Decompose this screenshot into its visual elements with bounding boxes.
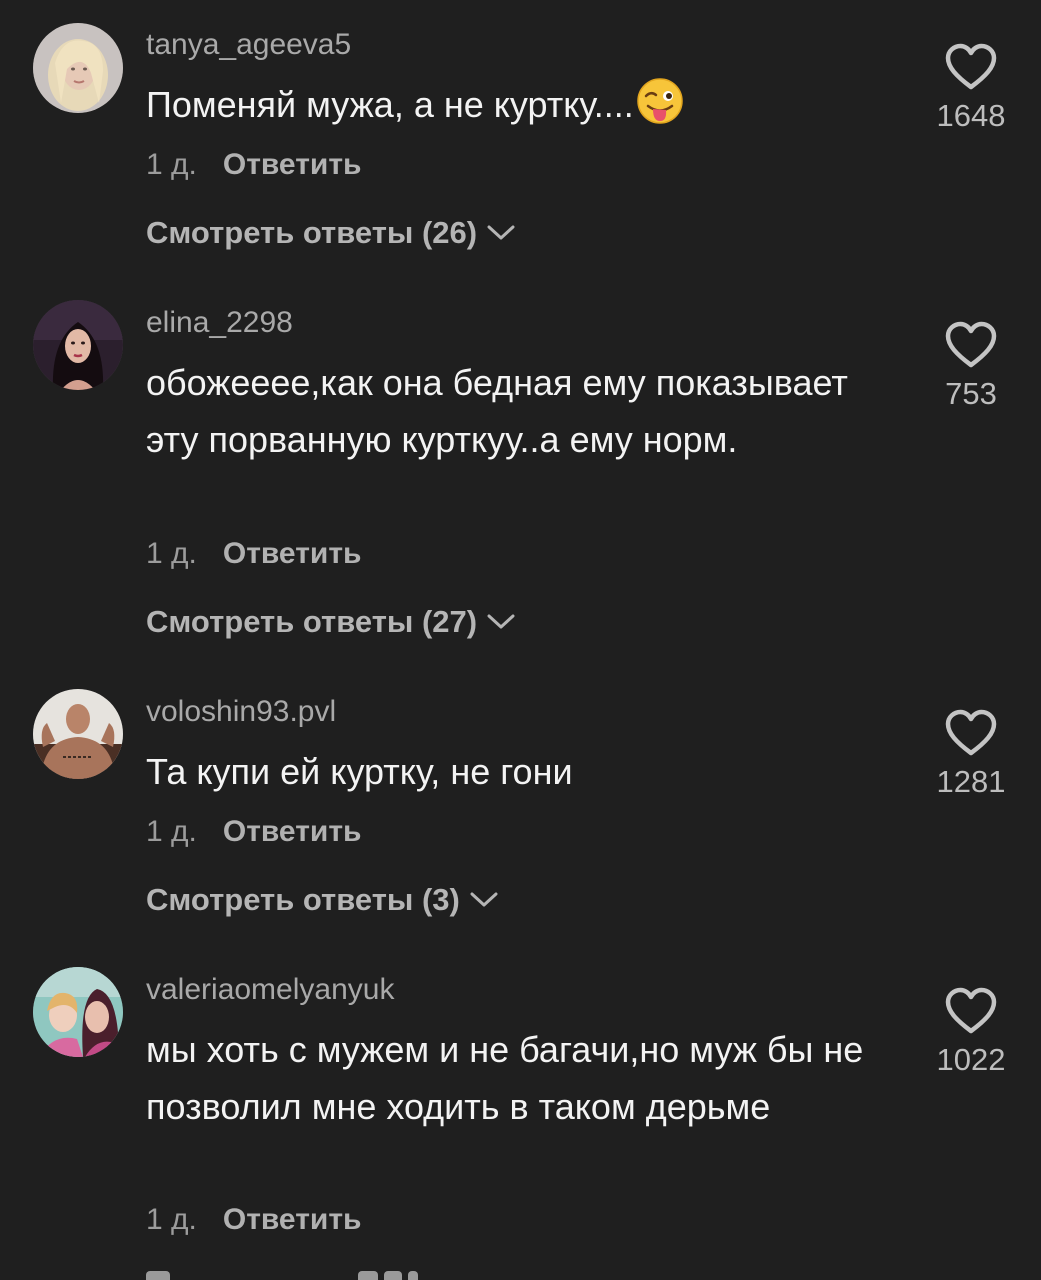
reply-button[interactable]: Ответить <box>223 815 362 848</box>
like-button[interactable]: 1281 <box>901 708 1041 800</box>
chevron-down-icon <box>487 614 515 629</box>
heart-outline-icon <box>945 43 997 90</box>
view-replies-label: Смотреть ответы (27) <box>146 604 478 639</box>
like-button[interactable]: 753 <box>901 320 1041 412</box>
avatar[interactable] <box>33 23 123 113</box>
view-replies-button[interactable]: Смотреть ответы (27) <box>146 604 515 640</box>
comment-meta: 1 д. Ответить <box>146 537 362 571</box>
comment-meta: 1 д. Ответить <box>146 148 362 182</box>
view-replies-label: Смотреть ответы (3) <box>146 882 460 917</box>
comment-age: 1 д. <box>146 537 197 570</box>
comment-username[interactable]: elina_2298 <box>146 306 293 340</box>
view-replies-button[interactable]: Смотреть ответы (3) <box>146 882 498 918</box>
avatar-image <box>33 300 123 390</box>
reply-button[interactable]: Ответить <box>223 537 362 570</box>
comment-username[interactable]: tanya_ageeva5 <box>146 28 351 62</box>
comment-text-content: Поменяй мужа, а не куртку.... <box>146 84 634 125</box>
heart-outline-icon <box>945 709 997 756</box>
like-count: 1022 <box>936 1042 1006 1077</box>
comments-panel: tanya_ageeva5 Поменяй мужа, а не куртку.… <box>0 0 1041 1280</box>
comment-text: обожееее,как она бедная ему показывает э… <box>146 362 848 460</box>
avatar-image <box>33 967 123 1057</box>
avatar-image <box>33 23 123 113</box>
like-count: 753 <box>945 376 997 411</box>
comment-age: 1 д. <box>146 1203 197 1236</box>
comment-meta: 1 д. Ответить <box>146 815 362 849</box>
avatar-image <box>33 689 123 779</box>
reply-button[interactable]: Ответить <box>223 148 362 181</box>
view-replies-label: Смотреть ответы (26) <box>146 215 478 250</box>
heart-outline-icon <box>945 321 997 368</box>
avatar[interactable] <box>33 300 123 390</box>
comment-text: Та купи ей куртку, не гони <box>146 751 573 792</box>
chevron-down-icon <box>470 892 498 907</box>
comment-username[interactable]: voloshin93.pvl <box>146 695 336 729</box>
reply-button[interactable]: Ответить <box>223 1203 362 1236</box>
like-count: 1648 <box>936 98 1006 133</box>
comment-meta: 1 д. Ответить <box>146 1203 362 1237</box>
avatar[interactable] <box>33 689 123 779</box>
comment-username[interactable]: valeriaomelyanyuk <box>146 973 394 1007</box>
like-button[interactable]: 1022 <box>901 986 1041 1078</box>
heart-outline-icon <box>945 987 997 1034</box>
like-count: 1281 <box>936 764 1006 799</box>
like-button[interactable]: 1648 <box>901 42 1041 134</box>
avatar[interactable] <box>33 967 123 1057</box>
view-replies-button[interactable]: Смотреть ответы (26) <box>146 215 515 251</box>
view-replies-cutoff[interactable] <box>146 1268 506 1280</box>
winking-face-with-tongue-icon <box>637 78 683 124</box>
comment-age: 1 д. <box>146 148 197 181</box>
comment-age: 1 д. <box>146 815 197 848</box>
chevron-down-icon <box>487 225 515 240</box>
comment-text: Поменяй мужа, а не куртку.... <box>146 76 876 133</box>
comment-text: мы хоть с мужем и не багачи,но муж бы не… <box>146 1029 864 1127</box>
